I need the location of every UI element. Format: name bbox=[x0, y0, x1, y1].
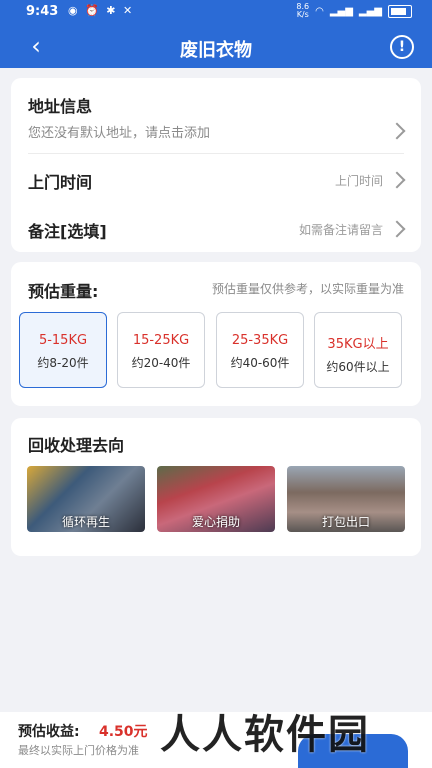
weight-count: 约8-20件 bbox=[37, 356, 89, 370]
address-row[interactable]: 地址信息 您还没有默认地址，请点击添加 bbox=[11, 78, 421, 153]
chevron-right-icon bbox=[388, 171, 406, 189]
remark-row[interactable]: 备注[选填] 如需备注请留言 bbox=[11, 204, 421, 252]
pickup-time-row[interactable]: 上门时间 上门时间 bbox=[11, 154, 421, 204]
photo-caption: 爱心捐助 bbox=[191, 515, 240, 529]
destination-photo-export[interactable]: 打包出口 bbox=[287, 466, 405, 532]
page-title: 废旧衣物 bbox=[180, 40, 252, 61]
destination-label: 回收处理去向 bbox=[28, 436, 125, 455]
weight-option[interactable]: 35KG以上 约60件以上 bbox=[314, 312, 402, 388]
status-right: 8.6 K/s ◠ ▂▄▆ ▂▄▆ bbox=[296, 3, 412, 19]
chevron-right-icon bbox=[388, 220, 406, 238]
remark-hint: 如需备注请留言 bbox=[298, 223, 383, 237]
status-time: 9:43 bbox=[26, 4, 59, 19]
pickup-time-hint: 上门时间 bbox=[334, 174, 383, 188]
pickup-time-label: 上门时间 bbox=[28, 173, 93, 192]
destination-photo-recycle[interactable]: 循环再生 bbox=[27, 466, 145, 532]
remark-label: 备注[选填] bbox=[28, 222, 107, 241]
wifi-icon: ◠ bbox=[315, 5, 324, 17]
top-bar: 9:43 ◉ ⏰ ✱ ✕ 8.6 K/s ◠ ▂▄▆ ▂▄▆ ‹ 废旧衣物 ! bbox=[0, 0, 432, 68]
info-icon[interactable]: ! bbox=[390, 35, 414, 59]
destination-card: 回收处理去向 循环再生 爱心捐助 打包出口 bbox=[11, 418, 421, 556]
chevron-right-icon bbox=[388, 122, 406, 140]
weight-range: 25-35KG bbox=[231, 333, 289, 348]
weight-count: 约60件以上 bbox=[326, 360, 390, 374]
photo-caption: 打包出口 bbox=[321, 515, 370, 529]
weight-label: 预估重量: bbox=[28, 282, 99, 301]
weight-range: 35KG以上 bbox=[327, 337, 389, 352]
estimate-value: 4.50元 bbox=[99, 724, 148, 740]
signal-icon-2: ▂▄▆ bbox=[358, 5, 382, 17]
weight-card: 预估重量: 预估重量仅供参考，以实际重量为准 5-15KG 约8-20件 15-… bbox=[11, 262, 421, 406]
weight-option[interactable]: 25-35KG 约40-60件 bbox=[216, 312, 304, 388]
order-info-card: 地址信息 您还没有默认地址，请点击添加 上门时间 上门时间 备注[选填] 如需备… bbox=[11, 78, 421, 252]
signal-icon: ▂▄▆ bbox=[329, 5, 353, 17]
weight-range: 15-25KG bbox=[132, 333, 190, 348]
address-label: 地址信息 bbox=[28, 97, 93, 116]
estimate-note: 最终以实际上门价格为准 bbox=[18, 744, 139, 757]
estimate-label: 预估收益: bbox=[18, 724, 80, 740]
weight-note: 预估重量仅供参考，以实际重量为准 bbox=[211, 282, 404, 296]
photo-caption: 循环再生 bbox=[61, 515, 110, 529]
net-speed: 8.6 K/s bbox=[296, 2, 310, 19]
weight-count: 约20-40件 bbox=[131, 356, 191, 370]
weight-count: 约40-60件 bbox=[230, 356, 290, 370]
address-placeholder: 您还没有默认地址，请点击添加 bbox=[28, 126, 211, 141]
weight-range: 5-15KG bbox=[38, 333, 88, 348]
watermark: 人人软件园 bbox=[160, 711, 370, 758]
weight-option[interactable]: 5-15KG 约8-20件 bbox=[19, 312, 107, 388]
weight-option[interactable]: 15-25KG 约20-40件 bbox=[117, 312, 205, 388]
battery-icon bbox=[388, 4, 412, 18]
notification-icons: ◉ ⏰ ✱ ✕ bbox=[68, 4, 135, 17]
destination-photo-donation[interactable]: 爱心捐助 bbox=[157, 466, 275, 532]
status-bar: 9:43 ◉ ⏰ ✱ ✕ 8.6 K/s ◠ ▂▄▆ ▂▄▆ bbox=[0, 0, 432, 24]
